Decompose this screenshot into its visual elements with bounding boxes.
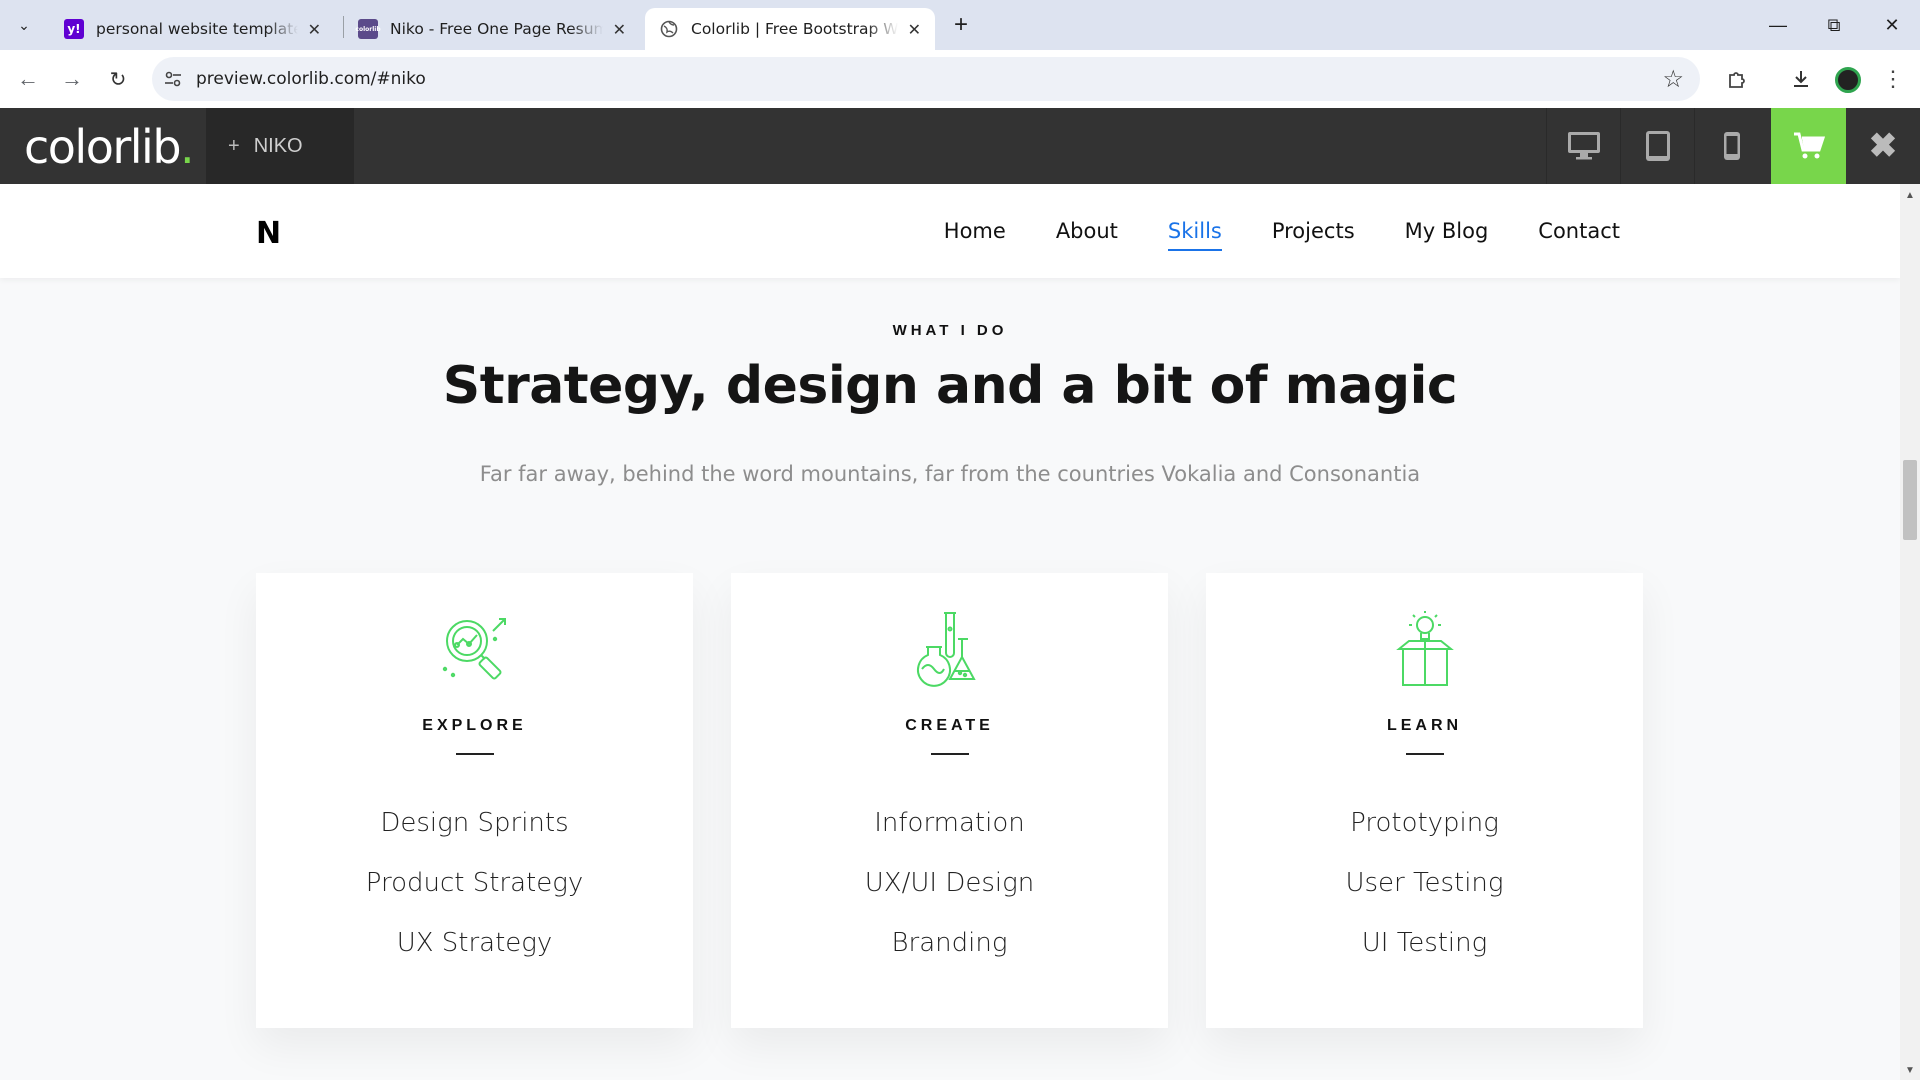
back-icon[interactable]: ← xyxy=(13,64,43,94)
reload-icon[interactable]: ↻ xyxy=(103,64,133,94)
skill-card-explore: EXPLORE Design Sprints Product Strategy … xyxy=(256,573,693,1028)
colorlib-preview-bar: colorlib. + NIKO ✖ xyxy=(0,108,1920,184)
list-item: Product Strategy xyxy=(365,868,584,898)
profile-avatar[interactable] xyxy=(1835,67,1861,93)
section-subline: Far far away, behind the word mountains,… xyxy=(479,462,1421,486)
browser-tab-2[interactable]: colorlib Niko - Free One Page Resume W ✕ xyxy=(344,8,640,50)
site-page: N Home About Skills Projects My Blog Con… xyxy=(0,184,1900,1080)
extensions-icon[interactable] xyxy=(1722,64,1752,94)
close-preview-icon[interactable]: ✖ xyxy=(1846,108,1920,184)
nav-projects[interactable]: Projects xyxy=(1272,219,1355,243)
section-headline: Strategy, design and a bit of magic xyxy=(442,356,1458,416)
page-scrollbar[interactable]: ▲ ▼ xyxy=(1900,184,1920,1080)
list-item: UX/UI Design xyxy=(864,868,1035,898)
skill-card-learn: LEARN Prototyping User Testing UI Testin… xyxy=(1206,573,1643,1028)
card-list: Information UX/UI Design Branding xyxy=(731,793,1168,973)
menu-kebab-icon[interactable]: ⋮ xyxy=(1878,64,1908,94)
close-tab-icon[interactable]: ✕ xyxy=(613,20,626,39)
card-title: LEARN xyxy=(1386,717,1463,734)
browser-tab-3-active[interactable]: Colorlib | Free Bootstrap Websit ✕ xyxy=(645,8,935,50)
bookmark-star-icon[interactable]: ☆ xyxy=(1662,65,1684,94)
colorlib-logo[interactable]: colorlib. xyxy=(24,120,195,174)
mobile-view-icon[interactable] xyxy=(1694,108,1768,184)
theme-selector[interactable]: + NIKO xyxy=(206,108,354,184)
list-item: Prototyping xyxy=(1350,808,1499,838)
list-item: User Testing xyxy=(1345,868,1504,898)
browser-tab-1[interactable]: y! personal website templates - Ya ✕ xyxy=(50,8,335,50)
list-item: UI Testing xyxy=(1361,928,1488,958)
scrollbar-thumb[interactable] xyxy=(1903,460,1917,540)
list-item: Information xyxy=(874,808,1025,838)
scroll-down-arrow-icon[interactable]: ▼ xyxy=(1905,1065,1915,1076)
browser-tab-strip: ⌄ y! personal website templates - Ya ✕ c… xyxy=(0,0,1920,50)
site-navbar: N Home About Skills Projects My Blog Con… xyxy=(0,184,1900,278)
close-window-icon[interactable]: ✕ xyxy=(1864,0,1920,50)
new-tab-button[interactable]: + xyxy=(946,10,976,40)
tab-title: personal website templates - Ya xyxy=(96,20,298,38)
browser-toolbar: ← → ↻ preview.colorlib.com/#niko ☆ ⋮ xyxy=(0,50,1920,108)
close-tab-icon[interactable]: ✕ xyxy=(908,20,921,39)
tablet-view-icon[interactable] xyxy=(1620,108,1694,184)
url-text[interactable]: preview.colorlib.com/#niko xyxy=(196,69,426,89)
list-item: Design Sprints xyxy=(380,808,569,838)
card-divider xyxy=(1405,753,1444,755)
card-list: Design Sprints Product Strategy UX Strat… xyxy=(256,793,693,973)
nav-about[interactable]: About xyxy=(1056,219,1118,243)
colorlib-favicon-icon: colorlib xyxy=(355,19,381,39)
site-info-icon[interactable] xyxy=(162,68,184,90)
yahoo-icon: y! xyxy=(64,19,84,39)
close-tab-icon[interactable]: ✕ xyxy=(308,20,321,39)
nav-contact[interactable]: Contact xyxy=(1538,219,1620,243)
restore-icon[interactable]: ⧉ xyxy=(1806,0,1862,50)
card-list: Prototyping User Testing UI Testing xyxy=(1206,793,1643,973)
globe-icon xyxy=(659,19,679,39)
cart-icon[interactable] xyxy=(1771,108,1846,184)
desktop-view-icon[interactable] xyxy=(1546,108,1620,184)
card-divider xyxy=(455,753,494,755)
card-divider xyxy=(930,753,969,755)
nav-my-blog[interactable]: My Blog xyxy=(1405,219,1489,243)
nav-home[interactable]: Home xyxy=(944,219,1006,243)
magnifier-analytics-icon xyxy=(442,618,506,680)
card-title: CREATE xyxy=(905,717,994,734)
minimize-icon[interactable]: — xyxy=(1750,0,1806,50)
tab-title: Colorlib | Free Bootstrap Websit xyxy=(691,20,898,38)
lightbulb-box-icon xyxy=(1395,611,1454,686)
site-brand-logo[interactable]: N xyxy=(256,216,281,251)
flasks-icon xyxy=(916,612,976,687)
skill-card-create: CREATE Information UX/UI Design Branding xyxy=(731,573,1168,1028)
tab-title: Niko - Free One Page Resume W xyxy=(390,20,603,38)
address-bar[interactable]: preview.colorlib.com/#niko ☆ xyxy=(152,57,1700,101)
list-item: Branding xyxy=(891,928,1008,958)
download-icon[interactable] xyxy=(1786,64,1816,94)
section-eyebrow: WHAT I DO xyxy=(892,322,1008,339)
scroll-up-arrow-icon[interactable]: ▲ xyxy=(1905,190,1915,201)
plus-icon: + xyxy=(228,134,240,157)
list-item: UX Strategy xyxy=(396,928,553,958)
theme-name: NIKO xyxy=(253,134,303,157)
card-title: EXPLORE xyxy=(422,717,527,734)
tab-search-chevron-icon[interactable]: ⌄ xyxy=(10,11,38,39)
nav-skills[interactable]: Skills xyxy=(1167,219,1222,251)
site-menu: Home About Skills Projects My Blog Conta… xyxy=(944,184,1620,278)
forward-icon[interactable]: → xyxy=(57,64,87,94)
